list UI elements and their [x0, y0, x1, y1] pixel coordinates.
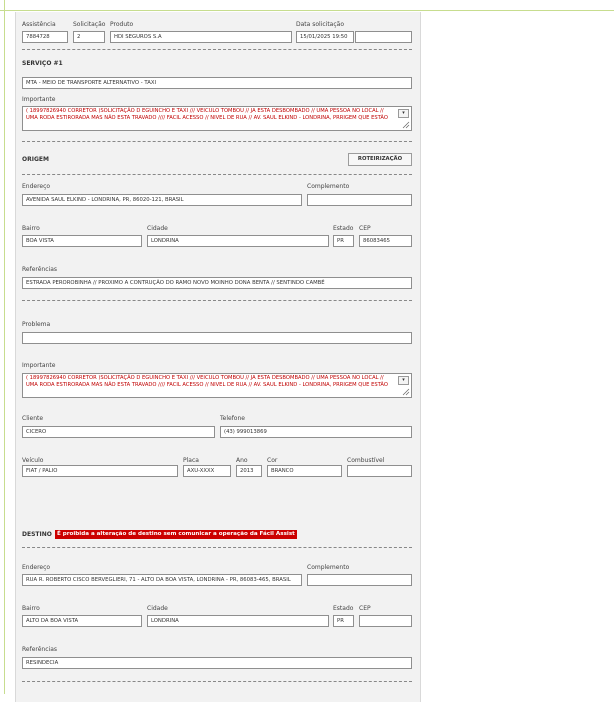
origem-cidade-field[interactable]: LONDRINA — [147, 235, 329, 247]
divider — [22, 174, 412, 175]
origem-cep-label: CEP — [359, 225, 371, 232]
servico-title: SERVIÇO #1 — [22, 60, 63, 67]
ano-label: Ano — [236, 457, 248, 464]
cliente-label: Cliente — [22, 415, 44, 422]
service-form-panel: Assistência 7884728 Solicitação 2 Produt… — [15, 12, 421, 702]
frame-left-border — [4, 0, 5, 694]
assistencia-field[interactable]: 7884728 — [22, 31, 68, 43]
scroll-down-icon[interactable]: ▾ — [398, 109, 409, 118]
veiculo-field[interactable]: FIAT / PALIO — [22, 465, 178, 477]
origem-complemento-label: Complemento — [307, 183, 350, 190]
placa-field[interactable]: AXU-XXXX — [183, 465, 231, 477]
servico-importante-textarea[interactable]: ( 18997826940 CORRETOR )SOLICITAÇÃO D EG… — [22, 106, 412, 131]
resize-grip-icon[interactable] — [402, 388, 410, 396]
destino-complemento-field[interactable] — [307, 574, 412, 586]
destino-estado-field[interactable]: PR — [333, 615, 354, 627]
produto-field[interactable]: HDI SEGUROS S.A — [110, 31, 292, 43]
origem-cep-field[interactable]: 86083465 — [359, 235, 412, 247]
detalhes-importante-label: Importante — [22, 362, 56, 369]
telefone-label: Telefone — [220, 415, 245, 422]
destino-cidade-field[interactable]: LONDRINA — [147, 615, 329, 627]
servico-importante-label: Importante — [22, 96, 56, 103]
origem-referencias-field[interactable]: ESTRADA PEROROBINHA // PROXIMO A CONTRUÇ… — [22, 277, 412, 289]
servico-tipo-field[interactable]: MTA - MEIO DE TRANSPORTE ALTERNATIVO - T… — [22, 77, 412, 89]
destino-estado-label: Estado — [333, 605, 354, 612]
placa-label: Placa — [183, 457, 199, 464]
destino-bairro-label: Bairro — [22, 605, 40, 612]
scroll-down-icon[interactable]: ▾ — [398, 376, 409, 385]
combustivel-label: Combustível — [347, 457, 385, 464]
origem-endereco-label: Endereço — [22, 183, 51, 190]
servico-importante-text: ( 18997826940 CORRETOR )SOLICITAÇÃO D EG… — [26, 108, 388, 121]
origem-bairro-field[interactable]: BOA VISTA — [22, 235, 142, 247]
data-solicitacao-field[interactable]: 15/01/2025 19:50 — [296, 31, 354, 43]
divider — [22, 681, 412, 682]
destino-endereco-label: Endereço — [22, 564, 51, 571]
origem-title: ORIGEM — [22, 156, 49, 163]
destino-referencias-field[interactable]: RESINDECIA — [22, 657, 412, 669]
destino-bairro-field[interactable]: ALTO DA BOA VISTA — [22, 615, 142, 627]
cor-field[interactable]: BRANCO — [267, 465, 342, 477]
resize-grip-icon[interactable] — [402, 121, 410, 129]
destino-cidade-label: Cidade — [147, 605, 168, 612]
data-solicitacao-label: Data solicitação — [296, 21, 345, 28]
cor-label: Cor — [267, 457, 278, 464]
combustivel-field[interactable] — [347, 465, 412, 477]
origem-complemento-field[interactable] — [307, 194, 412, 206]
roteirizacao-button[interactable]: ROTEIRIZAÇÃO — [348, 153, 412, 166]
divider — [22, 141, 412, 142]
destino-warning-badge: É proibida a alteração de destino sem co… — [55, 530, 297, 539]
problema-field[interactable] — [22, 332, 412, 344]
destino-cep-label: CEP — [359, 605, 371, 612]
solicitacao-field[interactable]: 2 — [73, 31, 105, 43]
solicitacao-label: Solicitação — [73, 21, 106, 28]
destino-referencias-label: Referências — [22, 646, 57, 653]
divider — [22, 547, 412, 548]
destino-endereco-field[interactable]: RUA R. ROBERTO CISCO BERVEGLIERI, 71 - A… — [22, 574, 302, 586]
cliente-field[interactable]: CICERO — [22, 426, 215, 438]
origem-bairro-label: Bairro — [22, 225, 40, 232]
divider — [22, 49, 412, 50]
veiculo-label: Veículo — [22, 457, 44, 464]
destino-complemento-label: Complemento — [307, 564, 350, 571]
detalhes-importante-textarea[interactable]: ( 18997826940 CORRETOR )SOLICITAÇÃO D EG… — [22, 373, 412, 398]
assistencia-label: Assistência — [22, 21, 56, 28]
telefone-field[interactable]: (43) 999013869 — [220, 426, 412, 438]
origem-estado-field[interactable]: PR — [333, 235, 354, 247]
produto-label: Produto — [110, 21, 134, 28]
problema-label: Problema — [22, 321, 51, 328]
origem-estado-label: Estado — [333, 225, 354, 232]
origem-referencias-label: Referências — [22, 266, 57, 273]
frame-top-border — [0, 10, 614, 11]
destino-title: DESTINO — [22, 531, 52, 538]
data-solicitacao-extra-field[interactable] — [355, 31, 412, 43]
origem-endereco-field[interactable]: AVENIDA SAUL ELKIND - LONDRINA, PR, 8602… — [22, 194, 302, 206]
divider — [22, 300, 412, 301]
origem-cidade-label: Cidade — [147, 225, 168, 232]
destino-cep-field[interactable] — [359, 615, 412, 627]
detalhes-importante-text: ( 18997826940 CORRETOR )SOLICITAÇÃO D EG… — [26, 375, 388, 388]
ano-field[interactable]: 2013 — [236, 465, 262, 477]
